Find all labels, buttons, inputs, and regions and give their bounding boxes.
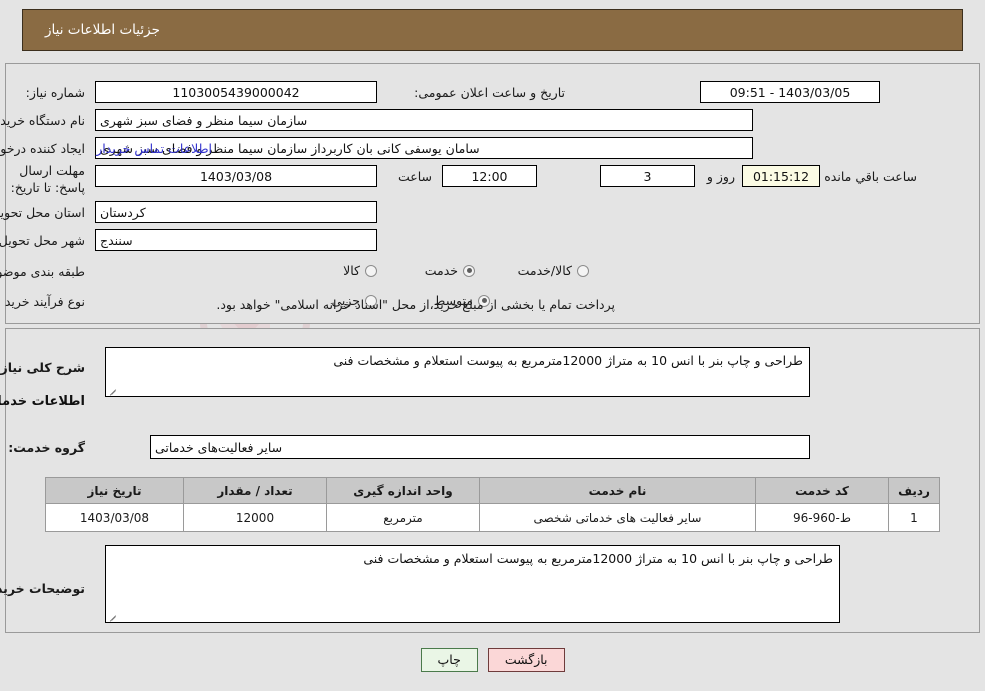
payment-note: پرداخت تمام یا بخشی از مبلغ خرید،از محل … — [216, 297, 615, 312]
general-description-value[interactable]: طراحی و چاپ بنر با انس 10 به متراژ 12000… — [105, 347, 810, 397]
category-radio-khedmat[interactable] — [463, 264, 475, 277]
purchase-process-label: نوع فرآیند خرید : — [0, 294, 85, 309]
cell-date: 1403/03/08 — [45, 503, 184, 532]
buyer-contact-link[interactable]: اطلاعات تماس خریدار — [96, 141, 212, 156]
remaining-days-label: روز و — [706, 169, 735, 184]
request-creator-label: ایجاد کننده درخواست: — [0, 141, 85, 156]
need-number-label: شماره نیاز: — [25, 85, 85, 100]
cell-qty: 12000 — [183, 503, 327, 532]
col-date: تاریخ نیاز — [45, 477, 184, 504]
resize-grip-icon[interactable] — [108, 385, 118, 395]
remaining-days-value: 3 — [600, 165, 695, 187]
service-group-value: سایر فعالیت‌های خدماتی — [150, 435, 810, 459]
page-title-bar: جزئیات اطلاعات نیاز — [22, 9, 963, 51]
buyer-org-value: سازمان سیما منظر و فضای سبز شهری — [95, 109, 753, 131]
category-option-khedmat-label: خدمت — [424, 263, 458, 278]
category-option-kala[interactable]: کالا — [343, 263, 377, 278]
cell-code: ط-960-96 — [755, 503, 889, 532]
col-name: نام خدمت — [479, 477, 756, 504]
announce-datetime-value: 1403/03/05 - 09:51 — [700, 81, 880, 103]
services-section-heading: اطلاعات خدمات مورد نیاز — [0, 394, 85, 409]
delivery-province-label: استان محل تحویل: — [0, 205, 85, 220]
col-qty: تعداد / مقدار — [183, 477, 327, 504]
col-code: کد خدمت — [755, 477, 889, 504]
deadline-hour-label: ساعت — [397, 169, 432, 184]
cell-name: سایر فعالیت های خدماتی شخصی — [479, 503, 756, 532]
buyer-notes-label: توضیحات خریدار: — [0, 581, 85, 596]
category-radio-kala-khedmat[interactable] — [577, 264, 589, 277]
category-option-khedmat[interactable]: خدمت — [425, 263, 475, 278]
buyer-notes-value[interactable]: طراحی و چاپ بنر با انس 10 به متراژ 12000… — [105, 545, 840, 623]
table-row: 1 ط-960-96 سایر فعالیت های خدماتی شخصی م… — [45, 503, 940, 532]
service-group-label: گروه خدمت: — [8, 440, 85, 455]
buyer-org-label: نام دستگاه خریدار: — [0, 113, 85, 128]
print-button[interactable]: چاپ — [420, 648, 478, 672]
announce-datetime-label: تاریخ و ساعت اعلان عمومی: — [414, 85, 565, 100]
buyer-notes-text: طراحی و چاپ بنر با انس 10 به متراژ 12000… — [363, 551, 833, 566]
resize-grip-icon-notes[interactable] — [108, 611, 118, 621]
countdown-value: 01:15:12 — [742, 165, 820, 187]
back-button[interactable]: بازگشت — [487, 648, 565, 672]
col-row: ردیف — [888, 477, 940, 504]
general-description-label: شرح کلی نیاز: — [0, 360, 85, 375]
page-root: ArtaTender.net جزئیات اطلاعات نیاز شماره… — [0, 0, 985, 691]
category-radio-kala[interactable] — [365, 264, 377, 277]
general-description-text: طراحی و چاپ بنر با انس 10 به متراژ 12000… — [333, 353, 803, 368]
cell-row: 1 — [888, 503, 940, 532]
delivery-province-value: کردستان — [95, 201, 377, 223]
delivery-city-label: شهر محل تحویل: — [0, 233, 85, 248]
category-option-kala-label: کالا — [343, 263, 360, 278]
col-unit: واحد اندازه گیری — [326, 477, 480, 504]
table-header-row: ردیف کد خدمت نام خدمت واحد اندازه گیری ت… — [45, 477, 940, 504]
page-title: جزئیات اطلاعات نیاز — [45, 22, 160, 38]
action-button-bar: بازگشت چاپ — [0, 648, 985, 672]
deadline-date-value: 1403/03/08 — [95, 165, 377, 187]
delivery-city-value: سنندج — [95, 229, 377, 251]
subject-category-label: طبقه بندی موضوعی: — [0, 264, 85, 279]
services-table: ردیف کد خدمت نام خدمت واحد اندازه گیری ت… — [45, 477, 940, 532]
category-option-kala-khedmat[interactable]: کالا/خدمت — [518, 263, 589, 278]
cell-unit: مترمربع — [326, 503, 480, 532]
deadline-hour-value: 12:00 — [442, 165, 537, 187]
countdown-label: ساعت باقي مانده — [824, 169, 917, 184]
category-option-kala-khedmat-label: کالا/خدمت — [517, 263, 572, 278]
need-number-value: 1103005439000042 — [95, 81, 377, 103]
deadline-label: مهلت ارسال پاسخ: تا تاریخ: — [10, 163, 85, 195]
